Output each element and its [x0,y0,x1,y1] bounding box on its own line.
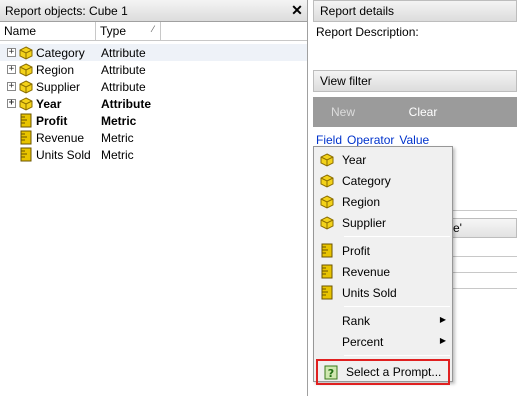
menu-separator [344,355,450,356]
column-header-name[interactable]: Name [0,22,96,40]
prompt-question-icon: ? [323,364,339,380]
report-objects-header: Report objects: Cube 1 ✕ [0,0,307,22]
object-name: Category [36,45,85,60]
menu-item-label: Select a Prompt... [346,365,442,379]
object-name: Supplier [36,79,81,94]
metric-ruler-icon [18,113,34,129]
field-context-menu: Year Category Region Supplier Profit Rev… [313,146,453,385]
column-headers: Name Type ⁄ [0,22,307,41]
submenu-arrow-icon: ▶ [439,315,446,324]
menu-separator [344,306,450,307]
report-objects-panel: Report objects: Cube 1 ✕ Name Type ⁄ + C… [0,0,308,396]
object-name: Region [36,62,75,77]
report-description-label: Report Description: [316,25,419,39]
svg-text:?: ? [327,367,333,380]
attribute-cube-icon [18,96,34,112]
menu-item-label: Supplier [342,215,387,230]
tree-row-category[interactable]: + Category Attribute [0,44,307,61]
object-name: Profit [36,113,68,128]
tree-row-supplier[interactable]: + Supplier Attribute [0,78,307,95]
partial-header-strip: e' [448,218,517,238]
object-name: Revenue [36,130,85,145]
menu-item-profit[interactable]: Profit [314,240,452,261]
menu-item-label: Revenue [342,264,391,279]
attribute-cube-icon [18,79,34,95]
filter-column-links: Field Operator Value [313,127,517,147]
menu-item-revenue[interactable]: Revenue [314,261,452,282]
object-type: Attribute [101,62,146,77]
attribute-cube-icon [319,152,335,168]
expand-icon[interactable]: + [7,99,16,108]
column-header-type[interactable]: Type ⁄ [96,22,161,40]
panel-title: Report objects: Cube 1 [5,3,128,18]
metric-ruler-icon [18,130,34,146]
metric-ruler-icon [319,285,335,301]
menu-item-region[interactable]: Region [314,191,452,212]
clear-filter-button[interactable]: Clear [393,105,453,119]
tree-row-revenue[interactable]: Revenue Metric [0,129,307,146]
metric-ruler-icon [319,243,335,259]
object-type: Attribute [101,96,151,111]
menu-item-rank[interactable]: Rank ▶ [314,310,452,331]
menu-item-year[interactable]: Year [314,149,452,170]
object-name: Year [36,96,62,111]
divider [448,210,517,211]
attribute-cube-icon [18,45,34,61]
view-filter-header: View filter [313,70,517,92]
object-type: Attribute [101,45,146,60]
object-type: Metric [101,113,137,128]
tree-row-units-sold[interactable]: Units Sold Metric [0,146,307,163]
divider [448,272,517,273]
tree-row-year[interactable]: + Year Attribute [0,95,307,112]
operator-link[interactable]: Operator [347,133,394,147]
menu-item-select-prompt[interactable]: ? Select a Prompt... [316,359,450,385]
tree-row-region[interactable]: + Region Attribute [0,61,307,78]
metric-ruler-icon [319,264,335,280]
new-filter-button[interactable]: New [313,105,373,119]
expand-icon[interactable]: + [7,82,16,91]
field-link[interactable]: Field [316,133,342,147]
object-name: Units Sold [36,147,91,162]
value-link[interactable]: Value [399,133,429,147]
object-type: Metric [101,147,134,162]
divider [448,288,517,289]
menu-item-supplier[interactable]: Supplier [314,212,452,233]
expand-icon[interactable]: + [7,48,16,57]
menu-item-label: Profit [342,243,371,258]
submenu-arrow-icon: ▶ [439,336,446,345]
menu-item-label: Units Sold [342,285,397,300]
metric-ruler-icon [18,147,34,163]
view-filter-toolbar: New Clear [313,97,517,127]
menu-item-percent[interactable]: Percent ▶ [314,331,452,352]
divider [448,256,517,257]
menu-item-units-sold[interactable]: Units Sold [314,282,452,303]
menu-item-label: Category [342,173,391,188]
attribute-cube-icon [18,62,34,78]
menu-item-label: Percent [342,334,384,349]
column-header-type-label: Type [100,24,127,38]
close-icon[interactable]: ✕ [287,2,307,19]
attribute-cube-icon [319,194,335,210]
menu-item-category[interactable]: Category [314,170,452,191]
menu-item-label: Region [342,194,381,209]
menu-item-label: Rank [342,313,371,328]
object-type: Metric [101,130,134,145]
attribute-cube-icon [319,215,335,231]
sort-indicator-icon: ⁄ [152,24,154,34]
attribute-cube-icon [319,173,335,189]
menu-item-label: Year [342,152,367,167]
objects-tree: + Category Attribute + Region Attribute … [0,41,307,163]
expand-icon[interactable]: + [7,65,16,74]
tree-row-profit[interactable]: Profit Metric [0,112,307,129]
menu-separator [344,236,450,237]
object-type: Attribute [101,79,146,94]
report-details-header: Report details [313,0,517,22]
